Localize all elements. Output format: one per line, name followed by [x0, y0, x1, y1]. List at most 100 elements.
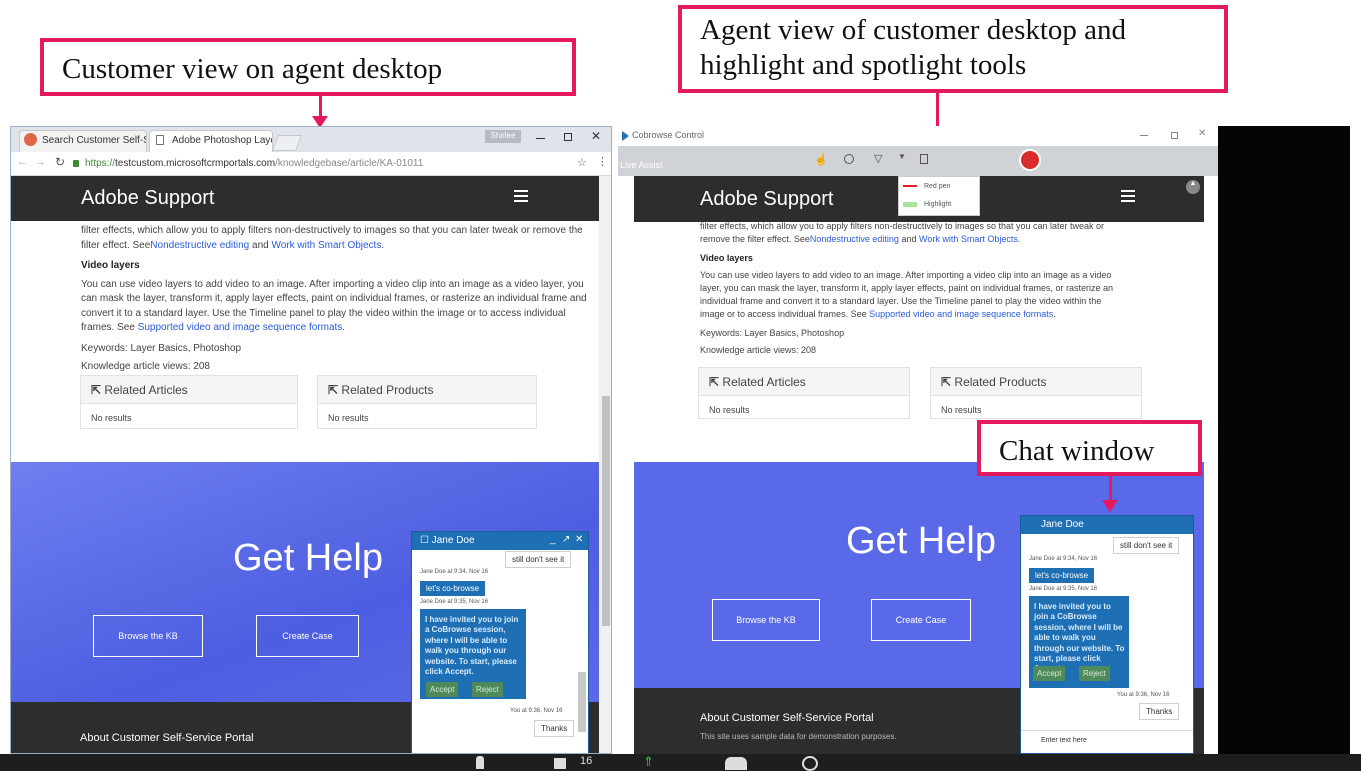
maximize-icon[interactable] — [1171, 132, 1178, 139]
record-icon[interactable] — [802, 756, 818, 771]
callout-text: Customer view on agent desktop — [62, 53, 443, 85]
scroll-up-icon[interactable]: ▲ — [1186, 180, 1200, 194]
create-case-button[interactable]: Create Case — [256, 615, 359, 657]
minimize-icon[interactable] — [1140, 135, 1148, 136]
chat-header: ☐ Jane Doe _ ↗ ✕ — [412, 532, 588, 550]
customer-chat-window: ☐ Jane Doe _ ↗ ✕ still don't see it Jane… — [411, 531, 589, 753]
get-help-heading: Get Help — [233, 537, 383, 579]
highlight-option[interactable]: Highlight — [903, 201, 951, 208]
menu-icon[interactable]: ⋮ — [597, 155, 608, 168]
browser-tab-article[interactable]: Adobe Photoshop Layer — [149, 130, 273, 152]
browser-tab-bar: Search Customer Self-Service Adobe Photo… — [11, 127, 611, 152]
link-nondestructive[interactable]: Nondestructive editing — [150, 240, 249, 251]
callout-arrow — [319, 96, 322, 118]
star-icon[interactable]: ☆ — [577, 156, 587, 169]
callout-chat-window: Chat window — [977, 420, 1202, 476]
share-icon: ⇱ — [709, 375, 720, 389]
link-formats[interactable]: Supported video and image sequence forma… — [138, 322, 343, 333]
reject-button[interactable]: Reject — [472, 682, 503, 697]
link-nondestructive[interactable]: Nondestructive editing — [810, 234, 899, 244]
red-pen-option[interactable]: Red pen — [903, 183, 950, 190]
section-heading-video: Video layers — [81, 260, 140, 271]
chat-minimize-icon[interactable]: _ — [550, 534, 556, 545]
related-articles-panel: ⇱ Related Articles No results — [698, 367, 910, 419]
address-bar-row: ← → ↻ https://testcustom.microsoftcrmpor… — [11, 152, 611, 176]
hamburger-icon[interactable] — [1121, 190, 1135, 202]
participants-icon[interactable] — [554, 758, 566, 769]
chat-msg-customer: Thanks — [1139, 703, 1180, 720]
callout-arrow — [1109, 476, 1112, 500]
browser-tab-search[interactable]: Search Customer Self-Service — [19, 130, 147, 152]
forward-icon[interactable]: → — [35, 156, 46, 168]
browse-kb-button[interactable]: Browse the KB — [93, 615, 203, 657]
profile-icon — [24, 133, 37, 146]
link-smart-objects[interactable]: Work with Smart Objects — [272, 240, 382, 251]
invite-text: I have invited you to join a CoBrowse se… — [425, 615, 519, 676]
chevron-down-icon[interactable]: ▼ — [898, 152, 906, 161]
chat-meta: Jane Doe at 9:35, Nov 16 — [420, 599, 489, 605]
chat-meta: Jane Doe at 9:35, Nov 16 — [1029, 586, 1098, 592]
chat-icon[interactable] — [725, 757, 747, 770]
page-icon — [156, 135, 164, 145]
close-icon[interactable]: ✕ — [1198, 128, 1206, 139]
scrollbar[interactable] — [599, 176, 611, 753]
cobrowse-toolbar: Live Assist ☝ ▽ ▼ — [618, 146, 1218, 176]
chat-header: Jane Doe — [1021, 516, 1193, 534]
trash-icon[interactable] — [920, 154, 928, 164]
spotlight-icon[interactable] — [844, 154, 854, 164]
link-formats[interactable]: Supported video and image sequence forma… — [869, 309, 1053, 319]
browse-kb-button[interactable]: Browse the KB — [712, 599, 820, 641]
chat-meta: You at 9:36, Nov 16 — [1117, 692, 1170, 698]
related-products-panel: ⇱ Related Products No results — [317, 375, 537, 429]
chat-msg-agent: let's co-browse — [420, 581, 486, 596]
lock-icon — [73, 160, 79, 167]
chat-msg-customer: still don't see it — [1113, 537, 1180, 554]
scrollbar-thumb[interactable] — [602, 396, 610, 626]
chat-msg-agent: let's co-browse — [1029, 568, 1095, 583]
chat-agent-name: Jane Doe — [1041, 519, 1084, 530]
chat-msg-customer: Thanks — [534, 720, 575, 737]
accept-button[interactable]: Accept — [426, 682, 459, 697]
reload-icon[interactable]: ↻ — [55, 155, 65, 169]
pen-icon[interactable]: ▽ — [874, 152, 882, 165]
link-smart-objects[interactable]: Work with Smart Objects — [919, 234, 1018, 244]
share-screen-icon[interactable]: ⇑ — [643, 754, 654, 770]
hand-icon[interactable]: ☝ — [814, 153, 828, 166]
agent-chat-window: Jane Doe still don't see it Jane Doe at … — [1020, 515, 1194, 754]
new-tab-button[interactable] — [272, 135, 302, 151]
address-bar[interactable]: https://testcustom.microsoftcrmportals.c… — [73, 156, 573, 173]
related-articles-empty: No results — [709, 405, 750, 415]
chat-scrollbar[interactable] — [578, 672, 586, 732]
chat-meta: Jane Doe at 9:34, Nov 16 — [420, 569, 489, 575]
article-para-filters: filter effects, which allow you to apply… — [700, 221, 1105, 245]
chat-input[interactable]: Enter text here — [1021, 730, 1193, 753]
back-icon[interactable]: ← — [17, 156, 28, 168]
minimize-icon[interactable] — [536, 138, 545, 139]
participants-count: 16 — [580, 755, 593, 767]
related-articles-empty: No results — [91, 413, 132, 423]
article-views: Knowledge article views: 208 — [81, 361, 210, 372]
profile-badge[interactable]: Shirlee — [485, 130, 521, 143]
create-case-button[interactable]: Create Case — [871, 599, 971, 641]
site-title[interactable]: Adobe Support — [700, 188, 833, 211]
url-scheme: https:// — [85, 158, 116, 169]
site-header: Adobe Support — [11, 176, 611, 221]
reject-button[interactable]: Reject — [1079, 666, 1110, 681]
callout-text: Chat window — [999, 435, 1155, 467]
user-icon[interactable] — [476, 756, 484, 769]
app-icon — [622, 131, 629, 141]
footer-about: About Customer Self-Service Portal — [80, 732, 254, 744]
maximize-icon[interactable] — [564, 133, 572, 141]
site-title[interactable]: Adobe Support — [81, 187, 214, 210]
window-title: Cobrowse Control — [632, 130, 705, 140]
accept-button[interactable]: Accept — [1033, 666, 1066, 681]
close-icon[interactable]: ✕ — [591, 129, 601, 143]
end-session-button[interactable] — [1019, 149, 1041, 171]
chat-popout-icon[interactable]: ↗ — [562, 534, 570, 545]
footer-about: About Customer Self-Service Portal — [700, 712, 874, 724]
chat-close-icon[interactable]: ✕ — [575, 534, 583, 545]
customer-browser-window: Search Customer Self-Service Adobe Photo… — [10, 126, 612, 754]
chat-input-placeholder: Enter text here — [1041, 737, 1087, 744]
hamburger-icon[interactable] — [514, 190, 528, 202]
callout-arrow-head — [1102, 500, 1118, 512]
